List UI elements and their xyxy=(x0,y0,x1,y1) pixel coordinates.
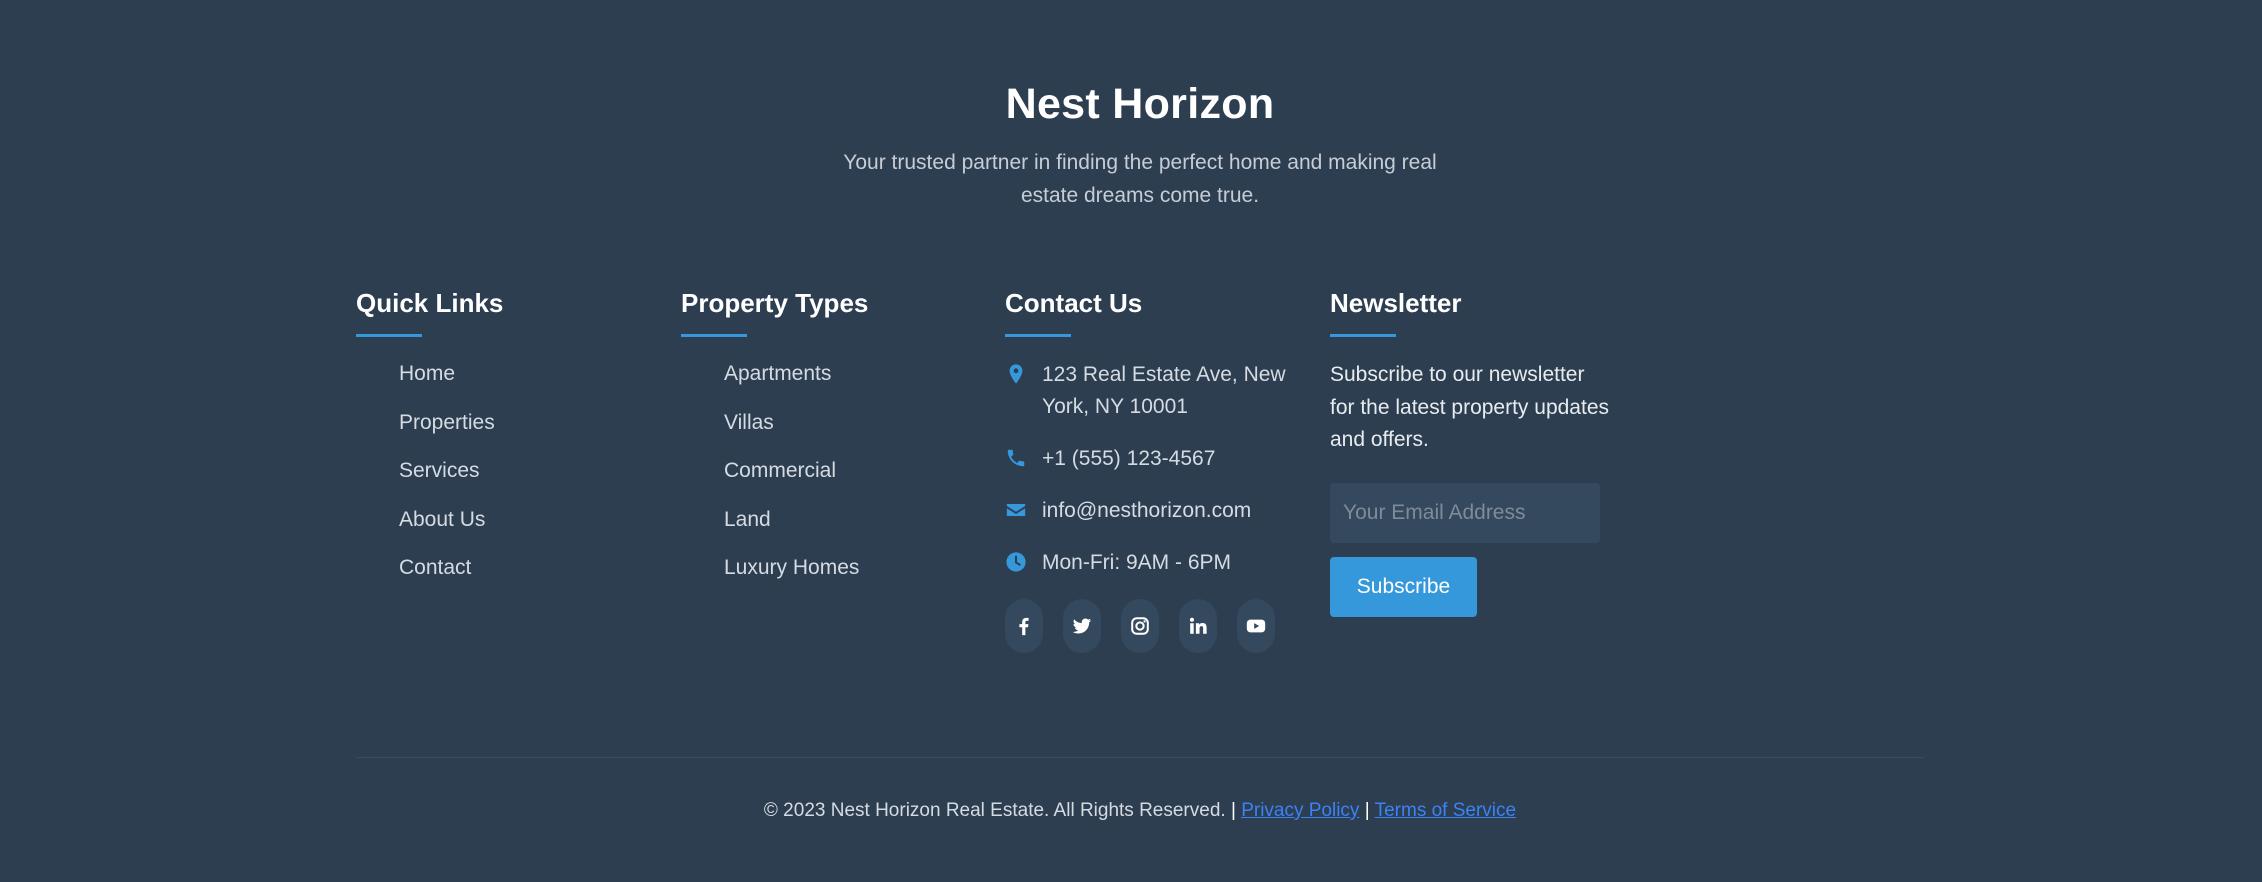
separator: | xyxy=(1230,800,1236,821)
envelope-icon xyxy=(1005,499,1027,521)
title-underline xyxy=(1330,334,1396,337)
quick-links-list: Home Properties Services About Us Contac… xyxy=(399,359,656,583)
phone-icon xyxy=(1005,447,1027,469)
contact-phone-text: +1 (555) 123-4567 xyxy=(1042,447,1216,470)
quick-links-title: Quick Links xyxy=(356,288,504,318)
contact-title: Contact Us xyxy=(1005,288,1143,318)
subscribe-button[interactable]: Subscribe xyxy=(1330,556,1477,617)
facebook-link[interactable] xyxy=(1005,599,1043,653)
property-type-villas[interactable]: Villas xyxy=(724,408,981,438)
clock-icon xyxy=(1005,551,1027,573)
newsletter-email-input[interactable] xyxy=(1330,482,1600,543)
property-type-commercial[interactable]: Commercial xyxy=(724,456,981,486)
contact-email[interactable]: info@nesthorizon.com xyxy=(1005,495,1305,527)
youtube-link[interactable] xyxy=(1237,599,1275,653)
quick-link-services[interactable]: Services xyxy=(399,456,656,486)
twitter-link[interactable] xyxy=(1063,599,1101,653)
contact-email-text: info@nesthorizon.com xyxy=(1042,499,1252,522)
social-links xyxy=(1005,599,1305,653)
linkedin-icon xyxy=(1187,615,1209,637)
quick-links-column: Quick Links Home Properties Services Abo… xyxy=(356,286,656,602)
contact-hours-text: Mon-Fri: 9AM - 6PM xyxy=(1042,551,1232,574)
property-type-apartments[interactable]: Apartments xyxy=(724,359,981,389)
newsletter-description: Subscribe to our newsletter for the late… xyxy=(1330,363,1609,451)
brand-tagline: Your trusted partner in finding the perf… xyxy=(843,151,1437,207)
title-underline xyxy=(1005,334,1071,337)
map-marker-icon xyxy=(1005,363,1027,385)
facebook-icon xyxy=(1013,615,1035,637)
quick-link-about-us[interactable]: About Us xyxy=(399,505,656,535)
contact-list: 123 Real Estate Ave, New York, NY 10001 … xyxy=(1005,359,1305,579)
copyright-text: © 2023 Nest Horizon Real Estate. All Rig… xyxy=(763,800,1226,821)
contact-address-text: 123 Real Estate Ave, New York, NY 10001 xyxy=(1042,363,1286,418)
newsletter-title: Newsletter xyxy=(1330,288,1462,318)
youtube-icon xyxy=(1245,615,1267,637)
property-types-title: Property Types xyxy=(681,288,869,318)
brand-name: Nest Horizon xyxy=(1005,80,1275,128)
title-underline xyxy=(681,334,747,337)
site-footer: Nest Horizon Your trusted partner in fin… xyxy=(0,0,2262,882)
twitter-icon xyxy=(1071,615,1093,637)
footer-divider xyxy=(356,757,1924,758)
linkedin-link[interactable] xyxy=(1179,599,1217,653)
terms-of-service-link[interactable]: Terms of Service xyxy=(1375,800,1516,821)
contact-column: Contact Us 123 Real Estate Ave, New York… xyxy=(1005,286,1305,653)
title-underline xyxy=(356,334,422,337)
property-types-list: Apartments Villas Commercial Land Luxury… xyxy=(724,359,981,583)
quick-link-properties[interactable]: Properties xyxy=(399,408,656,438)
footer-bottom-bar: © 2023 Nest Horizon Real Estate. All Rig… xyxy=(0,800,2262,822)
quick-link-contact[interactable]: Contact xyxy=(399,553,656,583)
quick-link-home[interactable]: Home xyxy=(399,359,656,389)
contact-phone[interactable]: +1 (555) 123-4567 xyxy=(1005,443,1305,475)
privacy-policy-link[interactable]: Privacy Policy xyxy=(1241,800,1359,821)
footer-brand: Nest Horizon Your trusted partner in fin… xyxy=(0,76,2262,212)
contact-hours: Mon-Fri: 9AM - 6PM xyxy=(1005,547,1305,579)
instagram-link[interactable] xyxy=(1121,599,1159,653)
property-type-luxury-homes[interactable]: Luxury Homes xyxy=(724,553,981,583)
newsletter-column: Newsletter Subscribe to our newsletter f… xyxy=(1330,286,1630,617)
property-types-column: Property Types Apartments Villas Commerc… xyxy=(681,286,981,602)
contact-address: 123 Real Estate Ave, New York, NY 10001 xyxy=(1005,359,1305,423)
property-type-land[interactable]: Land xyxy=(724,505,981,535)
separator: | xyxy=(1364,800,1370,821)
instagram-icon xyxy=(1129,615,1151,637)
